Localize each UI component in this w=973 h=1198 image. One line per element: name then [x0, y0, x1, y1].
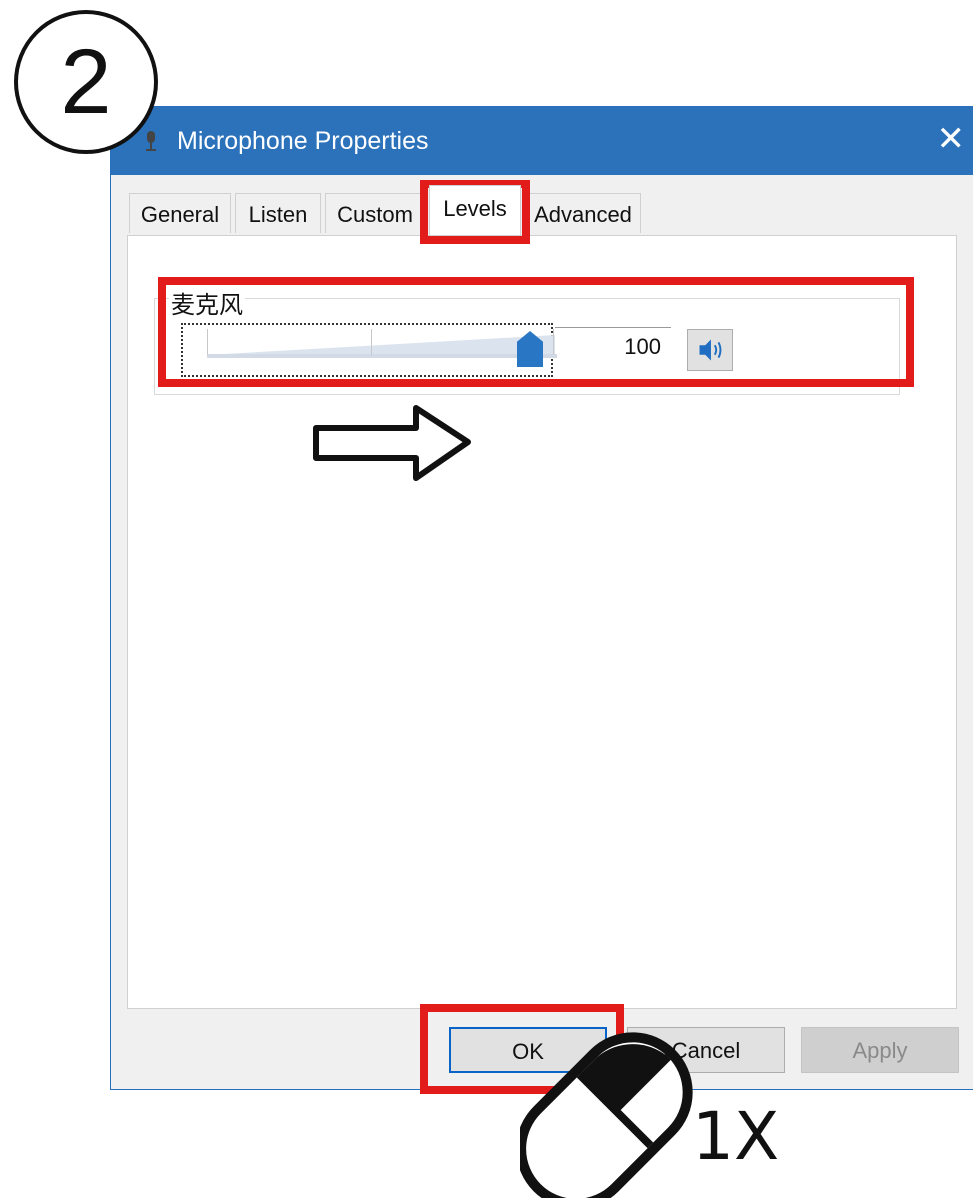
close-icon[interactable]: ✕ — [937, 119, 966, 159]
level-slider-highlight — [158, 277, 914, 387]
window-title: Microphone Properties — [177, 127, 429, 155]
title-bar: Microphone Properties ✕ — [111, 107, 973, 175]
apply-button[interactable]: Apply — [801, 1027, 959, 1073]
mouse-left-click-icon — [520, 1032, 693, 1198]
tab-general[interactable]: General — [129, 193, 231, 233]
tab-listen[interactable]: Listen — [235, 193, 321, 233]
step-number-badge: 2 — [14, 10, 158, 154]
tab-custom[interactable]: Custom — [325, 193, 425, 233]
click-count-label: 1X — [692, 1098, 780, 1175]
right-arrow-icon — [313, 405, 471, 481]
tab-levels[interactable]: Levels — [429, 185, 521, 235]
microphone-properties-dialog: Microphone Properties ✕ General Listen C… — [110, 106, 973, 1090]
tab-advanced[interactable]: Advanced — [525, 193, 641, 233]
microphone-icon — [146, 131, 156, 151]
